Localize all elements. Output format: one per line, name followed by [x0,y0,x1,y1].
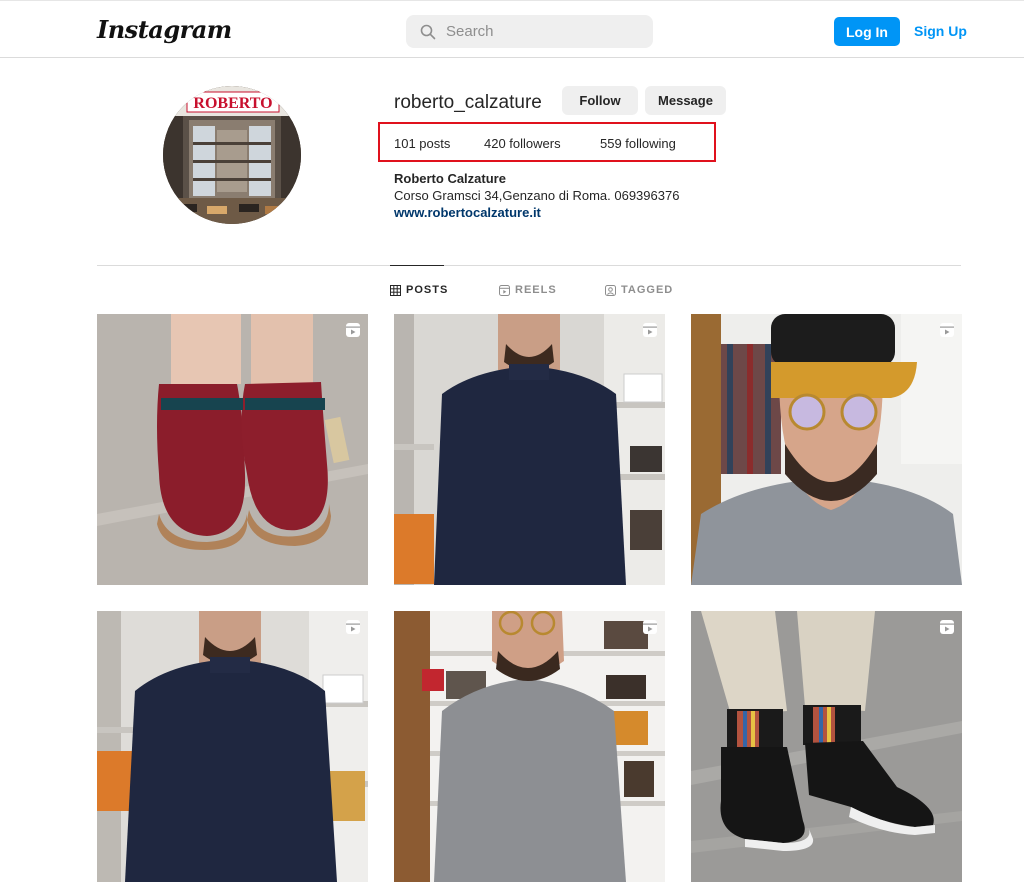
search-input[interactable] [446,15,646,48]
bio-full-name: Roberto Calzature [394,171,506,186]
post-image-chelsea-boots [691,611,962,882]
reel-icon [940,620,954,634]
reel-icon [940,323,954,337]
top-navigation-bar: Instagram Log In Sign Up [0,0,1024,58]
post-tile[interactable] [394,314,665,585]
tabs-divider [97,265,961,266]
post-image-navy-sweater [394,314,665,585]
sign-up-link[interactable]: Sign Up [914,23,967,39]
avatar-sign-text: ROBERTO [193,95,272,112]
avatar-shop-image: ROBERTO [163,86,301,224]
followers-count[interactable]: 420 followers [484,136,561,151]
grid-icon [390,284,401,296]
search-icon [420,24,436,40]
bio-website-link[interactable]: www.robertocalzature.it [394,205,541,220]
tagged-icon [605,284,616,296]
posts-count: 101 posts [394,136,451,151]
post-tile[interactable] [691,314,962,585]
search-box[interactable] [406,15,653,48]
log-in-button[interactable]: Log In [834,17,900,46]
tab-reels[interactable]: REELS [499,284,557,296]
post-image-navy-sweater-2 [97,611,368,882]
follow-button[interactable]: Follow [562,86,638,115]
reels-icon [499,284,510,296]
following-count[interactable]: 559 following [600,136,676,151]
post-image-cap-glasses [691,314,962,585]
reel-icon [346,323,360,337]
reel-icon [346,620,360,634]
post-tile[interactable] [97,611,368,882]
post-tile[interactable] [394,611,665,882]
tab-tagged-label: TAGGED [621,284,674,296]
tab-tagged[interactable]: TAGGED [605,284,673,296]
post-tile[interactable] [691,611,962,882]
active-tab-indicator [390,265,444,266]
reel-icon [643,620,657,634]
profile-avatar[interactable]: ROBERTO [163,86,301,224]
post-tile[interactable] [97,314,368,585]
tab-posts-label: POSTS [406,284,449,296]
instagram-logo[interactable]: Instagram [97,15,232,44]
post-image-grey-sweater [394,611,665,882]
bio-description: Corso Gramsci 34,Genzano di Roma. 069396… [394,188,680,203]
tab-posts[interactable]: POSTS [390,284,448,296]
tab-reels-label: REELS [515,284,557,296]
post-image-clogs [97,314,368,585]
message-button[interactable]: Message [645,86,726,115]
profile-username: roberto_calzature [394,92,542,113]
reel-icon [643,323,657,337]
